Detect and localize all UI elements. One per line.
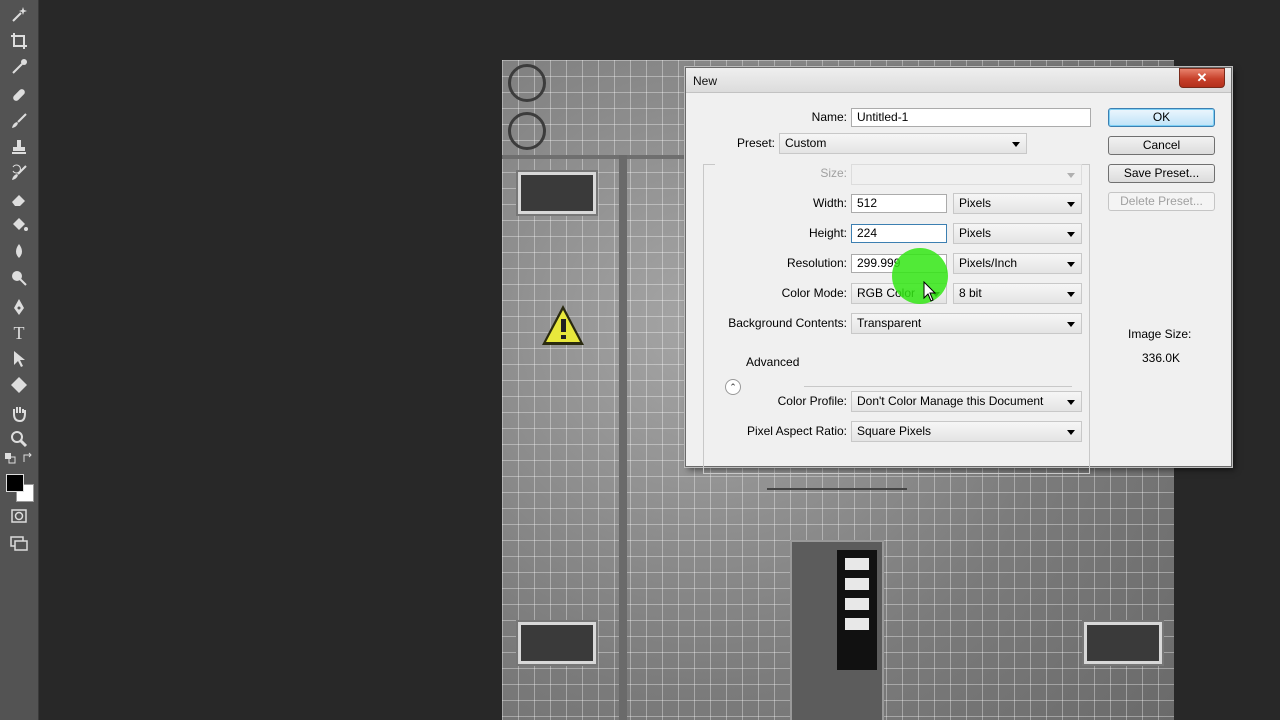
canvas-ledge-line — [767, 480, 907, 490]
color-mode-label: Color Mode: — [781, 286, 847, 300]
eraser-icon[interactable] — [9, 189, 29, 209]
dialog-body: Name: Untitled-1 Preset: Custom Size: Wi… — [686, 93, 1231, 474]
shape-icon[interactable] — [9, 375, 29, 395]
close-button[interactable]: ✕ — [1179, 68, 1225, 88]
width-unit-select[interactable]: Pixels — [953, 193, 1082, 214]
name-label: Name: — [811, 110, 847, 124]
width-label: Width: — [812, 196, 847, 210]
warning-sign-icon — [540, 303, 586, 352]
background-contents-select[interactable]: Transparent — [851, 313, 1082, 334]
width-unit-value: Pixels — [959, 196, 992, 210]
hand-icon[interactable] — [9, 403, 29, 423]
cancel-button[interactable]: Cancel — [1108, 136, 1215, 155]
canvas-vent-panel — [518, 622, 596, 664]
pen-icon[interactable] — [9, 297, 29, 317]
chevron-down-icon — [1067, 322, 1075, 327]
resolution-unit-value: Pixels/Inch — [959, 256, 1018, 270]
tools-panel: T — [0, 0, 39, 720]
close-icon: ✕ — [1196, 70, 1208, 85]
image-size-value: 336.0K — [1142, 351, 1181, 365]
chevron-down-icon — [1067, 430, 1075, 435]
paint-bucket-icon[interactable] — [9, 215, 29, 235]
chevron-down-icon — [1067, 292, 1075, 297]
quick-mask-icon[interactable] — [9, 506, 29, 526]
chevron-down-icon — [1067, 202, 1075, 207]
blur-icon[interactable] — [9, 241, 29, 261]
canvas-bolt-ring — [508, 64, 546, 102]
zoom-icon[interactable] — [9, 429, 29, 449]
new-document-dialog: New ✕ Name: Untitled-1 Preset: Custom Si… — [685, 67, 1232, 474]
bit-depth-select[interactable]: 8 bit — [953, 283, 1082, 304]
canvas-meter — [837, 550, 877, 670]
chevrons-up-icon: ⌃ — [729, 381, 737, 392]
preset-select[interactable]: Custom — [779, 133, 1027, 154]
color-profile-select[interactable]: Don't Color Manage this Document — [851, 391, 1082, 412]
canvas-vent-panel — [518, 172, 596, 214]
default-colors-icon[interactable] — [4, 452, 16, 464]
dodge-icon[interactable] — [9, 268, 29, 288]
size-select — [851, 164, 1082, 185]
foreground-color-swatch[interactable] — [6, 474, 24, 492]
advanced-divider — [804, 386, 1072, 387]
color-profile-label: Color Profile: — [777, 394, 847, 408]
chevron-down-icon — [1012, 142, 1020, 147]
width-field[interactable]: 512 — [851, 194, 947, 213]
canvas-vent-panel — [1084, 622, 1162, 664]
path-selection-icon[interactable] — [9, 349, 29, 369]
dialog-title: New — [693, 74, 718, 88]
advanced-label: Advanced — [746, 355, 800, 369]
type-icon[interactable]: T — [9, 323, 29, 343]
magic-wand-icon[interactable] — [9, 5, 29, 25]
mouse-cursor-icon — [923, 280, 937, 306]
ok-button[interactable]: OK — [1108, 108, 1215, 127]
background-contents-label: Background Contents: — [728, 316, 847, 330]
name-field[interactable]: Untitled-1 — [851, 108, 1091, 127]
image-size-label: Image Size: — [1128, 327, 1192, 341]
pixel-aspect-ratio-select[interactable]: Square Pixels — [851, 421, 1082, 442]
screen-mode-icon[interactable] — [9, 533, 29, 553]
height-unit-value: Pixels — [959, 226, 992, 240]
crop-icon[interactable] — [9, 31, 29, 51]
eyedropper-icon[interactable] — [9, 57, 29, 77]
bit-depth-value: 8 bit — [959, 286, 982, 300]
brush-icon[interactable] — [9, 111, 29, 131]
resolution-label: Resolution: — [786, 256, 847, 270]
chevron-down-icon — [1067, 173, 1075, 178]
advanced-toggle-button[interactable]: ⌃ — [725, 379, 741, 395]
preset-label: Preset: — [736, 136, 775, 150]
pixel-aspect-ratio-label: Pixel Aspect Ratio: — [746, 424, 847, 438]
resolution-unit-select[interactable]: Pixels/Inch — [953, 253, 1082, 274]
healing-brush-icon[interactable] — [9, 85, 29, 105]
swap-colors-icon[interactable] — [22, 452, 34, 464]
height-field[interactable]: 224 — [851, 224, 947, 243]
preset-value: Custom — [785, 136, 827, 150]
chevron-down-icon — [1067, 232, 1075, 237]
history-brush-icon[interactable] — [9, 163, 29, 183]
chevron-down-icon — [1067, 400, 1075, 405]
background-contents-value: Transparent — [857, 316, 922, 330]
cursor-highlight — [892, 248, 948, 304]
save-preset-button[interactable]: Save Preset... — [1108, 164, 1215, 183]
clone-stamp-icon[interactable] — [9, 137, 29, 157]
height-label: Height: — [808, 226, 847, 240]
size-label: Size: — [820, 166, 847, 180]
type-glyph: T — [13, 322, 25, 343]
chevron-down-icon — [1067, 262, 1075, 267]
height-unit-select[interactable]: Pixels — [953, 223, 1082, 244]
delete-preset-button: Delete Preset... — [1108, 192, 1215, 211]
canvas-pipe — [619, 155, 627, 720]
pixel-aspect-ratio-value: Square Pixels — [857, 424, 932, 438]
canvas-bolt-ring — [508, 112, 546, 150]
dialog-titlebar[interactable]: New ✕ — [686, 68, 1231, 93]
color-profile-value: Don't Color Manage this Document — [857, 394, 1044, 408]
